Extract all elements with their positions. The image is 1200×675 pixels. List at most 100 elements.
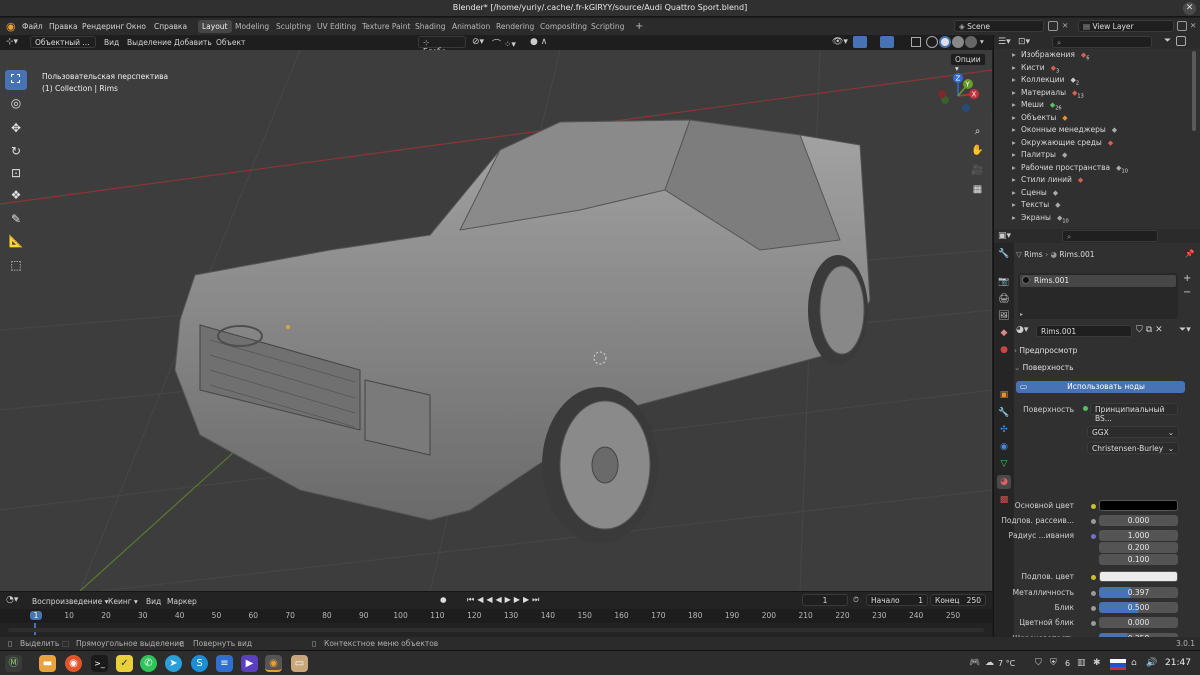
property-value-field[interactable]: 0.000	[1099, 617, 1178, 628]
expand-list-icon[interactable]: ▸	[1020, 311, 1023, 318]
link-type-icon[interactable]: ⏷▾	[1179, 325, 1191, 335]
record-icon[interactable]: ●	[440, 595, 447, 604]
outliner-item[interactable]: ▸ Коллекции ◆2	[1012, 75, 1079, 87]
property-value-field[interactable]: 0.200	[1099, 542, 1178, 553]
expand-arrow-icon[interactable]: ▸	[1012, 63, 1021, 72]
socket-icon[interactable]	[1091, 606, 1096, 611]
new-view-layer-icon[interactable]	[1177, 21, 1187, 31]
notifications-icon[interactable]: ⌂	[1131, 658, 1137, 668]
shield-icon[interactable]: ⛉	[1035, 658, 1042, 668]
whatsapp-icon[interactable]: ✆	[140, 655, 157, 672]
expand-arrow-icon[interactable]: ▸	[1012, 75, 1021, 84]
outliner-item[interactable]: ▸ Материалы ◆13	[1012, 88, 1084, 100]
current-frame-field[interactable]: 1	[802, 594, 848, 606]
pan-hand-icon[interactable]: ✋	[969, 142, 986, 159]
scene-selector[interactable]: ◈ Scene	[954, 20, 1044, 32]
tab-uv-editing[interactable]: UV Editing	[313, 20, 360, 33]
expand-arrow-icon[interactable]: ▸	[1012, 138, 1021, 147]
pin-icon[interactable]: 📌	[1185, 249, 1194, 258]
tab-shading[interactable]: Shading	[411, 20, 449, 33]
add-slot-button[interactable]: +	[1183, 273, 1191, 284]
playback-controls-icon[interactable]: ⏮◀◀◀▶▶▶⏭	[467, 595, 542, 605]
view-layer-selector[interactable]: ▤ View Layer	[1078, 20, 1174, 32]
socket-icon[interactable]	[1091, 575, 1096, 580]
remove-scene-icon[interactable]: ✕	[1062, 21, 1068, 30]
notes-icon[interactable]: ✓	[116, 655, 133, 672]
add-cube-tool-icon[interactable]: ⬚	[5, 255, 27, 275]
transform-orientation-selector[interactable]: ⊹ Глоба...	[418, 36, 466, 56]
socket-icon[interactable]	[1091, 534, 1096, 539]
material-slot-list[interactable]: Rims.001	[1018, 273, 1178, 319]
tab-modeling[interactable]: Modeling	[231, 20, 273, 33]
gamepad-icon[interactable]: 🎮	[969, 658, 980, 668]
object-tab-icon[interactable]: ▣	[997, 388, 1011, 402]
tab-sculpting[interactable]: Sculpting	[272, 20, 315, 33]
viewport-options-button[interactable]: Опции ▾	[950, 53, 986, 73]
stopwatch-icon[interactable]: ⏱	[853, 595, 859, 605]
timeline-editor[interactable]: ◔▾ Воспроизведение ▾ Кеинг ▾ Вид Маркер …	[0, 591, 992, 637]
terminal-icon[interactable]: >_	[91, 655, 108, 672]
skype-icon[interactable]: S	[191, 655, 208, 672]
socket-icon[interactable]	[1091, 621, 1096, 626]
pivot-icon[interactable]: ⊘▾	[472, 37, 484, 47]
update-count[interactable]: 6	[1065, 659, 1070, 668]
xray-icon[interactable]	[911, 37, 921, 47]
end-frame-field[interactable]: Конец 250	[930, 594, 986, 606]
material-actions-icon[interactable]: ⛉⧉✕	[1136, 325, 1166, 335]
menu-file[interactable]: Файл	[22, 22, 43, 31]
expand-arrow-icon[interactable]: ▸	[1012, 188, 1021, 197]
distribution-selector[interactable]: GGX ⌄	[1087, 426, 1179, 438]
playback-menu[interactable]: Воспроизведение ▾	[32, 597, 108, 606]
new-collection-icon[interactable]	[1176, 36, 1186, 46]
3d-viewport[interactable]: ◎ ✥ ↻ ⊡ ❖ ✎ 📐 ⬚ Пользовательская перспек…	[0, 50, 992, 591]
rotate-tool-icon[interactable]: ↻	[5, 141, 27, 161]
remove-slot-button[interactable]: −	[1183, 287, 1191, 298]
clock-time[interactable]: 21:47	[1165, 658, 1191, 668]
menu-select[interactable]: Выделение	[127, 38, 172, 47]
property-value-field[interactable]: 0.000	[1099, 515, 1178, 526]
timeline-view-menu[interactable]: Вид	[146, 597, 161, 606]
render-tab-icon[interactable]: 📷	[997, 275, 1011, 289]
menu-help[interactable]: Справка	[154, 22, 187, 31]
keying-menu[interactable]: Кеинг ▾	[108, 597, 138, 606]
network-icon[interactable]: ▥	[1077, 658, 1086, 668]
expand-arrow-icon[interactable]: ▸	[1012, 50, 1021, 59]
property-value-field[interactable]: 0.397	[1099, 587, 1178, 598]
socket-icon[interactable]	[1091, 504, 1096, 509]
telegram-icon[interactable]: ➤	[165, 655, 182, 672]
measure-tool-icon[interactable]: 📐	[5, 231, 27, 251]
tab-layout[interactable]: Layout	[198, 20, 232, 33]
outliner-item[interactable]: ▸ Меши ◆26	[1012, 100, 1062, 112]
menu-object[interactable]: Объект	[216, 38, 245, 47]
property-value-field[interactable]: 1.000	[1099, 530, 1178, 541]
car-model[interactable]	[174, 119, 871, 543]
expand-arrow-icon[interactable]: ▸	[1012, 163, 1021, 172]
tool-tab-icon[interactable]: 🔧	[997, 247, 1011, 261]
outliner-search-input[interactable]: ⌕	[1052, 36, 1152, 48]
outliner-scrollbar[interactable]	[1192, 51, 1196, 131]
menu-window[interactable]: Окно	[126, 22, 146, 31]
surface-panel-header[interactable]: ⌄ Поверхность	[1014, 363, 1190, 376]
weather-icon[interactable]: ☁	[985, 658, 994, 668]
tab-texture-paint[interactable]: Texture Paint	[358, 20, 414, 33]
properties-search-input[interactable]: ⌕	[1062, 230, 1158, 242]
outliner-item[interactable]: ▸ Рабочие пространства ◆10	[1012, 163, 1128, 175]
output-tab-icon[interactable]: 🖨	[997, 292, 1011, 306]
tab-rendering[interactable]: Rendering	[492, 20, 538, 33]
annotate-tool-icon[interactable]: ✎	[5, 209, 27, 229]
property-value-field[interactable]: 0.500	[1099, 602, 1178, 613]
outliner-item[interactable]: ▸ Окружающие среды ◆	[1012, 138, 1113, 150]
properties-type-icon[interactable]: ▣▾	[998, 231, 1011, 241]
menu-edit[interactable]: Правка	[49, 22, 78, 31]
visibility-icon[interactable]: 👁▾	[832, 37, 848, 47]
snap-icon[interactable]: ⌒ ⁘▾	[492, 37, 516, 50]
socket-icon[interactable]	[1091, 519, 1096, 524]
outliner-item[interactable]: ▸ Экраны ◆10	[1012, 213, 1069, 225]
navigation-gizmo[interactable]: Z X Y	[936, 70, 984, 120]
move-tool-icon[interactable]: ✥	[5, 118, 27, 138]
expand-arrow-icon[interactable]: ▸	[1012, 113, 1021, 122]
expand-arrow-icon[interactable]: ▸	[1012, 88, 1021, 97]
gizmo-toggle-icon[interactable]	[853, 36, 867, 48]
expand-arrow-icon[interactable]: ▸	[1012, 100, 1021, 109]
outliner-item[interactable]: ▸ Палитры ◆	[1012, 150, 1067, 162]
